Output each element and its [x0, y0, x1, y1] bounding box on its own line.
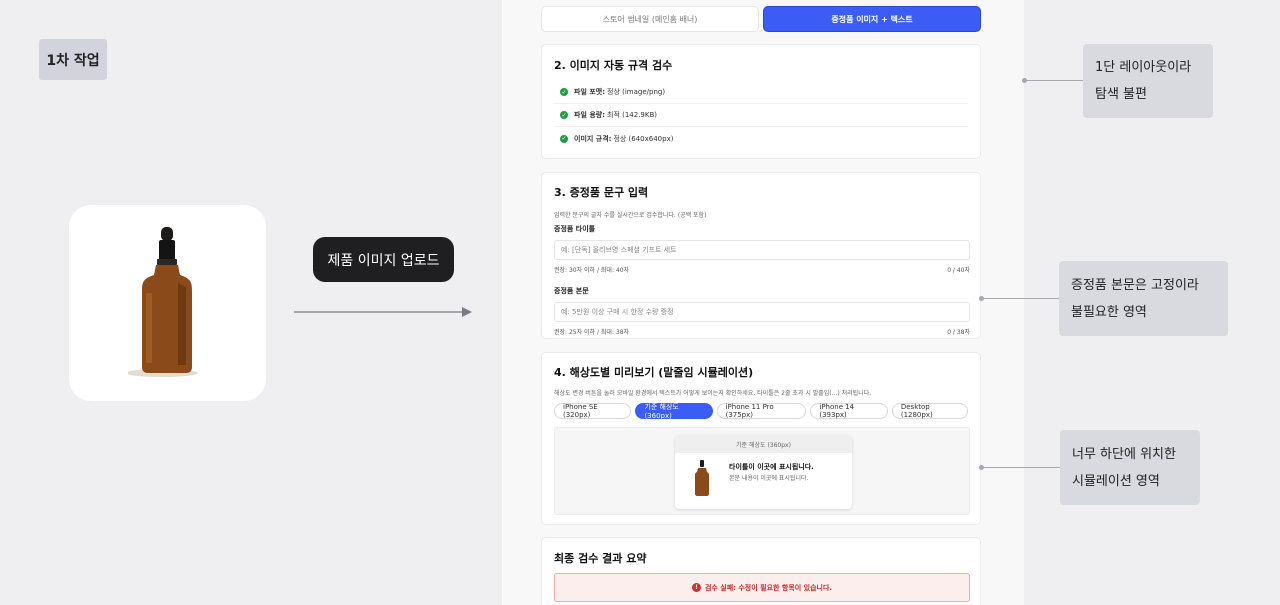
section-title: 최종 검수 결과 요약	[554, 552, 647, 565]
fail-status-banner: ! 검수 실패: 수정이 필요한 항목이 있습니다.	[554, 573, 970, 602]
gift-title-count: 0 / 40자	[947, 267, 970, 274]
check-icon: ✓	[560, 111, 568, 119]
final-summary-card: 최종 검수 결과 요약 ! 검수 실패: 수정이 필요한 항목이 있습니다.	[541, 537, 981, 605]
simulation-area: 기준 해상도 (360px) 타이틀이 이곳에 표시됩니다. 본문 내용이 이곳…	[554, 427, 970, 515]
chip-base-resolution[interactable]: 기준 해상도 (360px)	[635, 403, 713, 420]
gift-body-input[interactable]: 예: 5만원 이상 구매 시 한정 수량 증정	[554, 302, 970, 322]
preview-text: 본문 내용이 이곳에 표시됩니다.	[729, 475, 809, 482]
check-icon: ✓	[560, 134, 568, 143]
gift-body-rule: 권장: 25자 이하 / 최대: 38자	[554, 329, 630, 336]
check-row: ✓ 파일 용량: 최적 (142.9KB)	[554, 104, 968, 127]
gift-text-input-card: 3. 증정품 문구 입력 입력한 문구의 글자 수를 실시간으로 검수합니다. …	[541, 172, 981, 339]
annotation-line: 너무 하단에 위치한	[1072, 446, 1176, 462]
section-title: 3. 증정품 문구 입력	[554, 186, 649, 199]
product-image-card	[69, 205, 266, 401]
section-hint: 해상도 변경 버튼을 눌러 모바일 환경에서 텍스트가 어떻게 보이는지 확인하…	[554, 390, 872, 397]
annotation-note: 증정품 본문은 고정이라 불필요한 영역	[1059, 261, 1228, 336]
annotation-leader-line	[1022, 78, 1083, 83]
check-value: 정상 (image/png)	[607, 88, 666, 96]
gift-body-label: 증정품 본문	[554, 287, 589, 295]
gift-title-label: 증정품 타이틀	[554, 225, 596, 233]
checker-panel: 스토어 썸네일 (메인홈 배너) 증정품 이미지 + 텍스트 2. 이미지 자동…	[502, 0, 1024, 605]
check-row: ✓ 이미지 규격: 정상 (640x640px)	[554, 127, 968, 150]
gift-body-count: 0 / 38자	[947, 329, 970, 336]
chip-desktop[interactable]: Desktop (1280px)	[891, 403, 968, 419]
fail-status-text: 검수 실패: 수정이 필요한 항목이 있습니다.	[704, 583, 833, 592]
chip-iphone-14[interactable]: iPhone 14 (393px)	[810, 403, 888, 419]
preview-body: 타이틀이 이곳에 표시됩니다. 본문 내용이 이곳에 표시됩니다.	[675, 453, 852, 509]
image-spec-check-card: 2. 이미지 자동 규격 검수 ✓ 파일 포맷: 정상 (image/png) …	[541, 44, 981, 159]
preview-card: 기준 해상도 (360px) 타이틀이 이곳에 표시됩니다. 본문 내용이 이곳…	[675, 435, 852, 509]
tab-gift-image-text[interactable]: 증정품 이미지 + 텍스트	[763, 6, 981, 32]
check-value: 최적 (142.9KB)	[607, 111, 657, 119]
annotation-line: 불필요한 영역	[1071, 304, 1147, 320]
annotation-line: 탐색 불편	[1095, 87, 1147, 102]
section-title: 2. 이미지 자동 규격 검수	[554, 59, 673, 72]
resolution-preview-card: 4. 해상도별 미리보기 (말줄임 시뮬레이션) 해상도 변경 버튼을 눌러 모…	[541, 352, 981, 525]
annotation-line: 시뮬레이션 영역	[1072, 473, 1160, 489]
section-hint: 입력한 문구의 글자 수를 실시간으로 검수합니다. (공백 포함)	[554, 212, 707, 219]
serum-bottle-image	[127, 227, 198, 377]
step-label: 1차 작업	[39, 39, 107, 80]
annotation-note: 너무 하단에 위치한 시뮬레이션 영역	[1060, 430, 1200, 505]
product-thumbnail	[695, 460, 709, 496]
tab-store-thumbnail[interactable]: 스토어 썸네일 (메인홈 배너)	[541, 6, 759, 32]
chip-iphone-se[interactable]: iPhone SE (320px)	[554, 403, 632, 419]
check-icon: ✓	[560, 88, 568, 96]
gift-title-rule: 권장: 30자 이하 / 최대: 40자	[554, 267, 630, 274]
gift-title-meta: 권장: 30자 이하 / 최대: 40자 0 / 40자	[554, 265, 970, 274]
preview-header: 기준 해상도 (360px)	[675, 435, 852, 453]
upload-product-image-button[interactable]: 제품 이미지 업로드	[313, 237, 454, 282]
gift-body-meta: 권장: 25자 이하 / 최대: 38자 0 / 38자	[554, 327, 970, 336]
check-value: 정상 (640x640px)	[613, 134, 674, 143]
chip-iphone-11-pro[interactable]: iPhone 11 Pro (375px)	[716, 403, 807, 419]
check-key: 파일 용량:	[574, 111, 605, 119]
annotation-line: 증정품 본문은 고정이라	[1071, 277, 1199, 293]
annotation-line: 1단 레이아웃이라	[1095, 60, 1192, 75]
check-key: 이미지 규격:	[574, 134, 612, 143]
arrow-right-icon	[294, 307, 472, 317]
gift-title-input[interactable]: 예: [단독] 올리브영 스페셜 기프트 세트	[554, 240, 970, 260]
tab-bar: 스토어 썸네일 (메인홈 배너) 증정품 이미지 + 텍스트	[541, 6, 981, 32]
annotation-leader-line	[979, 465, 1060, 470]
check-key: 파일 포맷:	[574, 88, 605, 96]
preview-title: 타이틀이 이곳에 표시됩니다.	[729, 463, 814, 471]
check-list: ✓ 파일 포맷: 정상 (image/png) ✓ 파일 용량: 최적 (142…	[554, 81, 968, 150]
section-title: 4. 해상도별 미리보기 (말줄임 시뮬레이션)	[554, 366, 754, 379]
error-icon: !	[691, 583, 701, 592]
annotation-note: 1단 레이아웃이라 탐색 불편	[1083, 44, 1213, 118]
annotation-leader-line	[979, 296, 1059, 301]
check-row: ✓ 파일 포맷: 정상 (image/png)	[554, 81, 968, 104]
resolution-chips: iPhone SE (320px) 기준 해상도 (360px) iPhone …	[554, 403, 968, 420]
